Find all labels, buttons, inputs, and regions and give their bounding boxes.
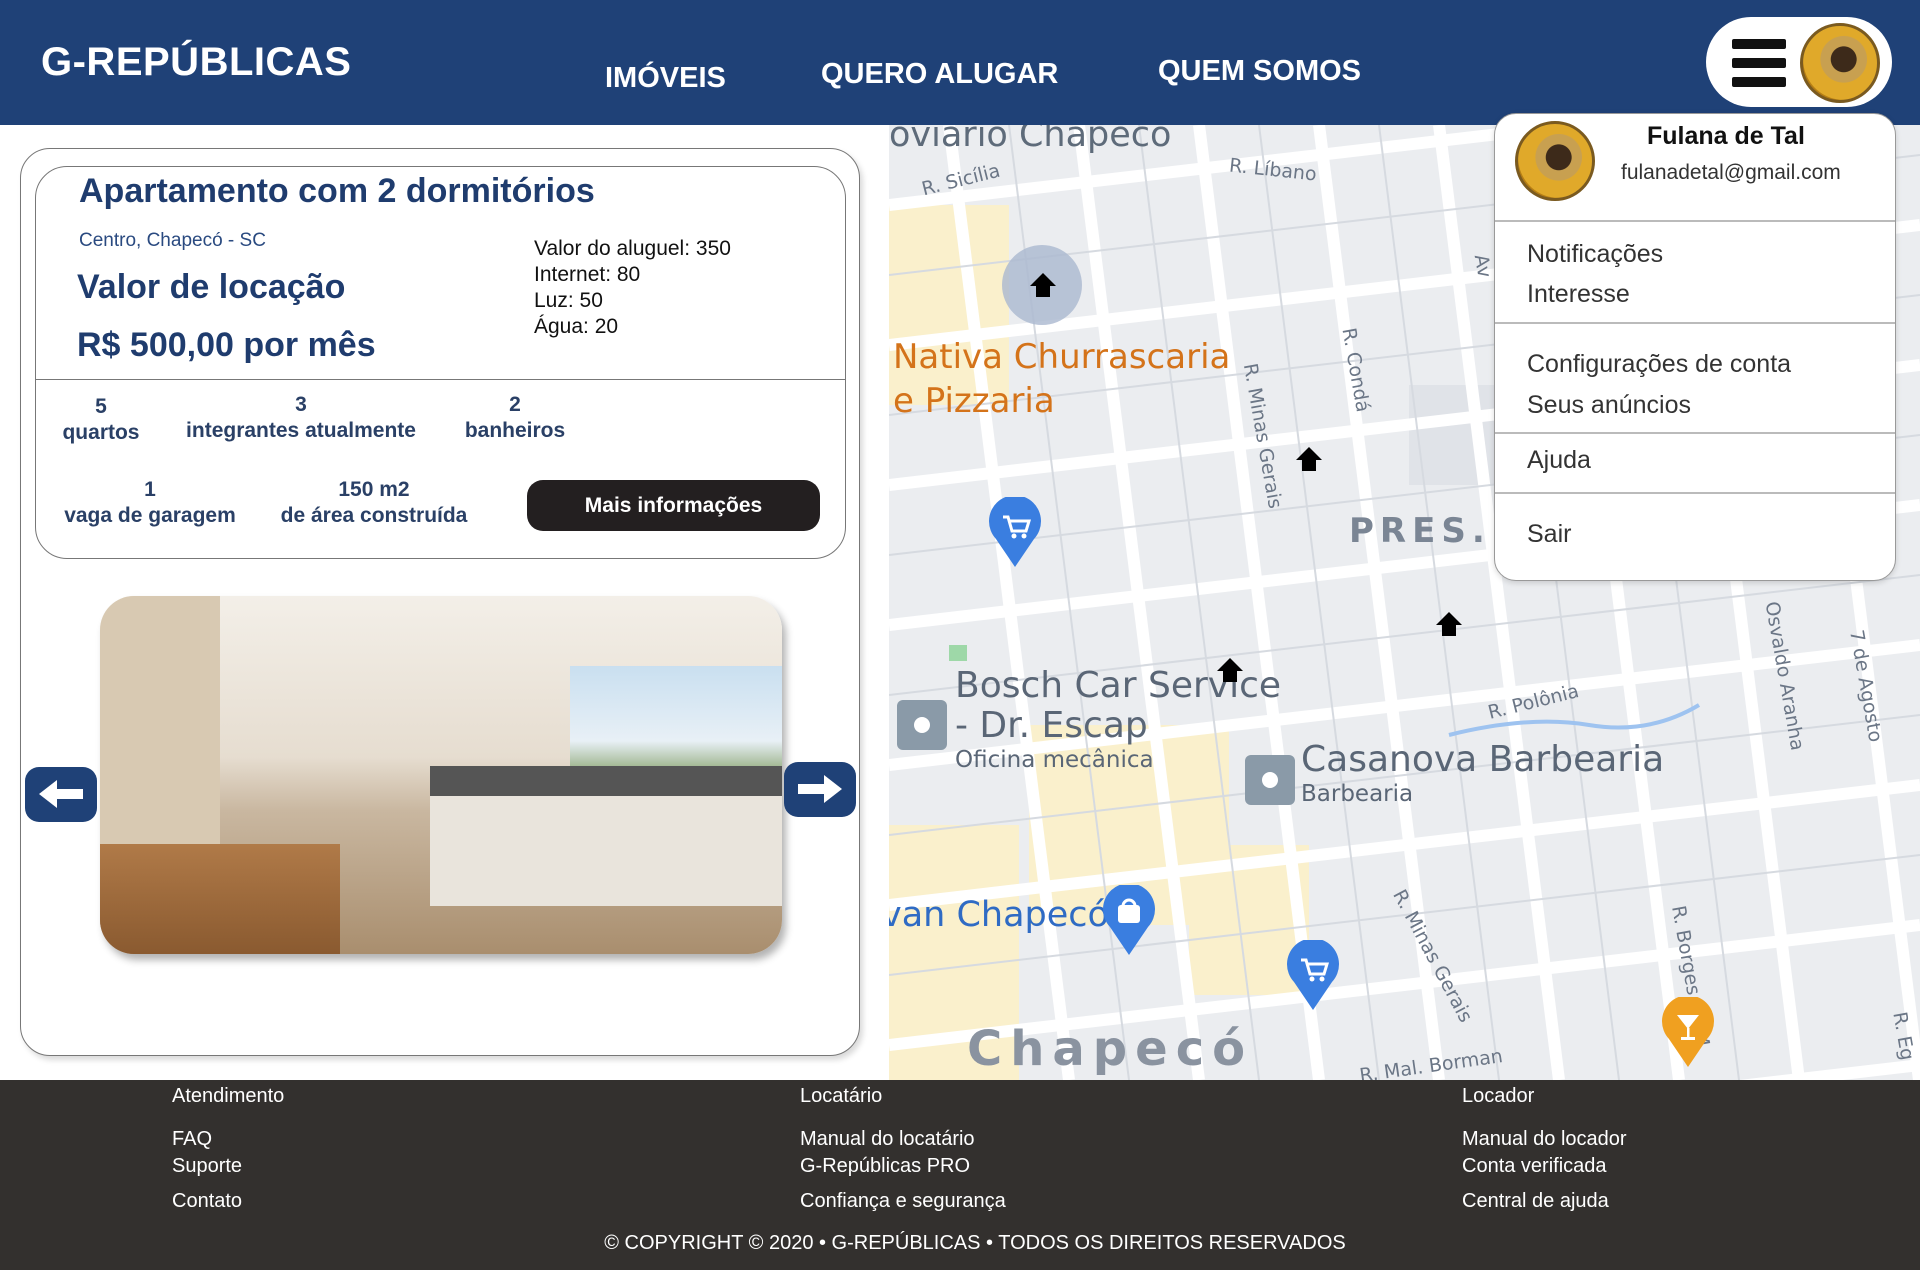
price-breakdown: Valor do aluguel: 350 Internet: 80 Luz: … [534,236,731,340]
stat-label: quartos [62,421,140,444]
user-menu-button[interactable] [1706,17,1892,107]
footer-link-confianca[interactable]: Confiança e segurança [800,1190,1006,1213]
nav-quem-somos[interactable]: QUEM SOMOS [1158,55,1361,88]
footer-link-suporte[interactable]: Suporte [172,1155,242,1178]
dropdown-divider [1495,432,1895,434]
copyright-text: © COPYRIGHT © 2020 • G-REPÚBLICAS • TODO… [604,1232,1346,1254]
menu-item-interesse[interactable]: Interesse [1527,280,1630,309]
footer-link-manual-locatario[interactable]: Manual do locatário [800,1128,975,1151]
rent-label: Valor de locação [77,268,346,306]
stat-label: de área construída [280,504,468,527]
breakdown-internet: Internet: 80 [534,263,641,286]
nav-imoveis[interactable]: IMÓVEIS [605,62,726,95]
map-label-bosch-2: - Dr. Escap [955,705,1148,746]
footer-link-conta-verificada[interactable]: Conta verificada [1462,1155,1607,1178]
hamburger-menu-icon[interactable] [1732,39,1786,87]
listing-title: Apartamento com 2 dormitórios [79,172,595,210]
service-pin-icon[interactable] [1245,755,1295,805]
listing-photo [100,596,782,954]
map-label-chapeco: Chapecó [967,1021,1254,1077]
cocktail-pin-icon[interactable] [1661,997,1715,1069]
user-avatar[interactable] [1800,23,1880,103]
menu-item-notificacoes[interactable]: Notificações [1527,240,1663,269]
stat-value: 3 [295,393,307,416]
photo-counter [430,766,782,796]
stat-label: integrantes atualmente [186,419,416,442]
stat-bedrooms: 5 quartos [58,394,144,446]
stat-value: 1 [144,478,156,501]
user-name: Fulana de Tal [1647,122,1805,150]
map-label-rodoviario: oviário Chapecó [889,125,1172,155]
home-pin-icon[interactable] [1029,271,1057,299]
more-info-button[interactable]: Mais informações [527,480,820,531]
site-footer: Atendimento FAQ Suporte Contato Locatári… [0,1080,1920,1270]
map-label-pres: PRES. [1349,511,1491,551]
breakdown-water: Água: 20 [534,315,619,338]
footer-link-central-ajuda[interactable]: Central de ajuda [1462,1190,1609,1213]
footer-heading-atendimento: Atendimento [172,1085,285,1107]
stat-value: 2 [509,393,521,416]
arrow-left-icon [39,780,83,808]
map-label-bosch-3: Oficina mecânica [955,747,1154,773]
footer-link-faq[interactable]: FAQ [172,1128,212,1151]
breakdown-electricity: Luz: 50 [534,289,603,312]
user-email: fulanadetal@gmail.com [1621,161,1841,184]
stat-value: 150 m2 [338,478,410,501]
stat-value: 5 [95,395,107,418]
dropdown-avatar [1515,121,1595,201]
menu-item-sair[interactable]: Sair [1527,520,1571,549]
stat-parking: 1 vaga de garagem [58,477,242,529]
stat-area: 150 m2 de área construída [270,477,478,529]
footer-heading-locador: Locador [1462,1085,1535,1107]
cart-pin-icon[interactable] [988,497,1042,569]
menu-item-seus-anuncios[interactable]: Seus anúncios [1527,391,1691,420]
cart-pin-icon[interactable] [1286,940,1340,1012]
listing-price: R$ 500,00 por mês [77,326,376,364]
menu-item-configuracoes[interactable]: Configurações de conta [1527,350,1791,379]
stat-label: vaga de garagem [64,504,236,527]
stat-bathrooms: 2 banheiros [458,392,572,444]
stat-label: banheiros [464,419,566,442]
breakdown-rent: Valor do aluguel: 350 [534,237,731,260]
shopping-bag-pin-icon[interactable] [1102,885,1156,957]
map-label-casanova-2: Barbearia [1301,781,1414,807]
gallery-prev-button[interactable] [25,767,97,822]
footer-link-pro[interactable]: G-Repúblicas PRO [800,1155,970,1178]
footer-link-contato[interactable]: Contato [172,1190,242,1213]
home-pin-icon[interactable] [1435,610,1463,638]
dropdown-divider [1495,220,1895,222]
home-pin-icon[interactable] [1216,656,1244,684]
home-pin-icon[interactable] [1295,445,1323,473]
dropdown-divider [1495,322,1895,324]
photo-cabinets [430,796,782,906]
photo-table [100,844,340,954]
site-header: G-REPÚBLICAS IMÓVEIS QUERO ALUGAR QUEM S… [0,0,1920,125]
listing-divider [35,379,846,380]
map-label-av: Av [1469,252,1496,280]
map-label-nativa-1: Nativa Churrascaria [893,337,1231,377]
map-label-chapeco-shop: van Chapecó [889,895,1109,935]
service-pin-icon[interactable] [897,700,947,750]
dropdown-divider [1495,492,1895,494]
photo-wall [100,596,220,846]
map-label-nativa-2: e Pizzaria [893,381,1055,421]
footer-heading-locatario: Locatário [800,1085,883,1107]
nav-quero-alugar[interactable]: QUERO ALUGAR [821,58,1058,91]
listing-location: Centro, Chapecó - SC [79,230,266,251]
map-label-casanova-1: Casanova Barbearia [1301,739,1665,780]
site-logo[interactable]: G-REPÚBLICAS [41,40,351,85]
user-dropdown-menu: Fulana de Tal fulanadetal@gmail.com Noti… [1494,113,1896,581]
footer-link-manual-locador[interactable]: Manual do locador [1462,1128,1627,1151]
menu-item-ajuda[interactable]: Ajuda [1527,446,1591,475]
stat-residents: 3 integrantes atualmente [178,392,424,444]
arrow-right-icon [798,775,842,803]
gallery-next-button[interactable] [784,762,856,817]
